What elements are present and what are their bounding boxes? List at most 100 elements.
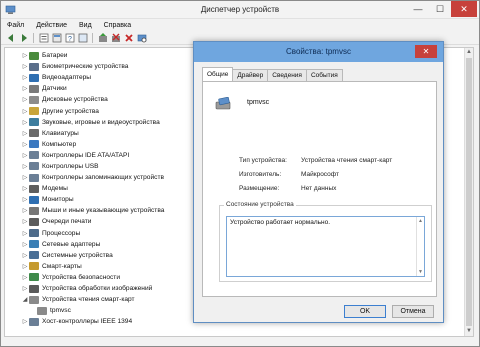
properties-icon[interactable] <box>51 32 62 43</box>
title-bar[interactable]: Диспетчер устройств — ☐ ✕ <box>1 1 479 19</box>
tree-item-label: Устройства обработки изображений <box>42 285 153 293</box>
device-category-icon <box>29 129 39 138</box>
tree-scrollbar[interactable]: ▲ ▼ <box>464 48 473 336</box>
device-type-label: Тип устройства: <box>239 157 287 164</box>
minimize-button[interactable]: — <box>407 1 429 17</box>
maximize-button[interactable]: ☐ <box>429 1 451 17</box>
tab-driver[interactable]: Драйвер <box>232 69 269 81</box>
device-status-textbox[interactable]: Устройство работает нормально. ▲ ▼ <box>226 216 425 277</box>
tree-item-label: tpmvsc <box>50 307 71 315</box>
help-icon[interactable]: ? <box>64 32 75 43</box>
svg-text:?: ? <box>68 36 72 43</box>
expand-arrow-icon[interactable]: ▷ <box>21 74 29 81</box>
expand-arrow-icon[interactable]: ▷ <box>21 119 29 126</box>
expand-arrow-icon[interactable]: ▷ <box>21 96 29 103</box>
device-category-icon <box>37 306 47 315</box>
device-category-icon <box>29 95 39 104</box>
expand-arrow-icon[interactable]: ▷ <box>21 108 29 115</box>
device-category-icon <box>29 317 39 326</box>
menu-file[interactable]: Файл <box>5 22 26 29</box>
tree-item-label: Устройства чтения смарт-карт <box>42 296 135 304</box>
scrollbar-thumb[interactable] <box>466 58 472 326</box>
tab-general[interactable]: Общие <box>202 67 234 81</box>
expand-arrow-icon[interactable]: ▷ <box>21 141 29 148</box>
dialog-title-bar[interactable]: Свойства: tpmvsc ✕ <box>194 42 443 62</box>
cancel-button[interactable]: Отмена <box>392 305 434 318</box>
expand-arrow-icon[interactable]: ▷ <box>21 52 29 59</box>
close-button[interactable]: ✕ <box>451 1 477 17</box>
tree-item-label: Звуковые, игровые и видеоустройства <box>42 118 160 126</box>
tree-item-label: Системные устройства <box>42 251 113 259</box>
device-category-icon <box>29 73 39 82</box>
dialog-close-button[interactable]: ✕ <box>415 45 437 58</box>
manufacturer-value: Майкрософт <box>301 171 339 178</box>
tree-item-label: Смарт-карты <box>42 262 82 270</box>
tree-item-label: Сетевые адаптеры <box>42 240 101 248</box>
device-category-icon <box>29 173 39 182</box>
update-driver-icon[interactable] <box>97 32 108 43</box>
scroll-down-icon[interactable]: ▼ <box>465 327 473 336</box>
toolbar-separator <box>33 32 34 43</box>
tree-item-label: Модемы <box>42 185 68 193</box>
device-category-icon <box>29 162 39 171</box>
tab-events[interactable]: События <box>305 69 343 81</box>
ok-button[interactable]: OK <box>344 305 386 318</box>
disable-device-icon[interactable] <box>110 32 121 43</box>
expand-arrow-icon[interactable]: ▷ <box>21 207 29 214</box>
uninstall-icon[interactable] <box>123 32 134 43</box>
device-type-value: Устройства чтения смарт-карт <box>301 157 393 164</box>
expand-arrow-icon[interactable]: ▷ <box>21 163 29 170</box>
device-status-legend: Состояние устройства <box>224 201 296 208</box>
back-icon[interactable] <box>5 32 16 43</box>
menu-action[interactable]: Действие <box>34 22 69 29</box>
expand-arrow-icon[interactable]: ▷ <box>21 318 29 325</box>
device-category-icon <box>29 84 39 93</box>
tree-item-label: Очереди печати <box>42 218 92 226</box>
device-category-icon <box>29 140 39 149</box>
menu-view[interactable]: Вид <box>77 22 94 29</box>
device-category-icon <box>29 107 39 116</box>
expand-arrow-icon[interactable]: ▷ <box>21 230 29 237</box>
device-category-icon <box>29 229 39 238</box>
device-category-icon <box>29 206 39 215</box>
smart-card-reader-icon <box>215 97 231 110</box>
expand-arrow-icon[interactable]: ▷ <box>21 252 29 259</box>
tree-item-label: Контроллеры запоминающих устройств <box>42 174 164 182</box>
tree-item-label: Мыши и иные указывающие устройства <box>42 207 165 215</box>
tree-item-label: Мониторы <box>42 196 74 204</box>
scan-hardware-icon[interactable] <box>136 32 147 43</box>
expand-arrow-icon[interactable]: ▷ <box>21 130 29 137</box>
general-tab-panel: tpmvsc Тип устройства: Устройства чтения… <box>202 81 437 297</box>
view-icon[interactable] <box>77 32 88 43</box>
status-scroll-down-icon[interactable]: ▼ <box>417 268 424 276</box>
status-scroll-up-icon[interactable]: ▲ <box>417 217 424 225</box>
tree-item-label: Устройства безопасности <box>42 273 121 281</box>
menu-help[interactable]: Справка <box>102 22 133 29</box>
forward-icon[interactable] <box>18 32 29 43</box>
toolbar-separator <box>92 32 93 43</box>
expand-arrow-icon[interactable]: ▷ <box>21 174 29 181</box>
device-category-icon <box>29 51 39 60</box>
expand-arrow-icon[interactable]: ▷ <box>21 218 29 225</box>
expand-arrow-icon[interactable]: ▷ <box>21 63 29 70</box>
scroll-up-icon[interactable]: ▲ <box>465 48 473 57</box>
expand-arrow-icon[interactable]: ▷ <box>21 196 29 203</box>
expand-arrow-icon[interactable]: ▷ <box>21 263 29 270</box>
tree-item-label: Клавиатуры <box>42 129 79 137</box>
expand-arrow-icon[interactable]: ▷ <box>21 152 29 159</box>
tree-item-label: Контроллеры USB <box>42 162 99 170</box>
expand-arrow-icon[interactable]: ▷ <box>21 185 29 192</box>
expand-arrow-icon[interactable]: ▷ <box>21 285 29 292</box>
collapse-arrow-icon[interactable]: ◢ <box>21 296 29 303</box>
device-category-icon <box>29 262 39 271</box>
device-category-icon <box>29 251 39 260</box>
expand-arrow-icon[interactable]: ▷ <box>21 85 29 92</box>
properties-dialog: Свойства: tpmvsc ✕ Общие Драйвер Сведени… <box>193 41 444 323</box>
device-status-group: Состояние устройства Устройство работает… <box>219 201 432 282</box>
menu-bar: Файл Действие Вид Справка <box>1 19 479 31</box>
tab-details[interactable]: Сведения <box>267 69 307 81</box>
expand-arrow-icon[interactable]: ▷ <box>21 274 29 281</box>
expand-arrow-icon[interactable]: ▷ <box>21 241 29 248</box>
status-scrollbar[interactable]: ▲ ▼ <box>416 217 424 276</box>
tree-view-icon[interactable] <box>38 32 49 43</box>
